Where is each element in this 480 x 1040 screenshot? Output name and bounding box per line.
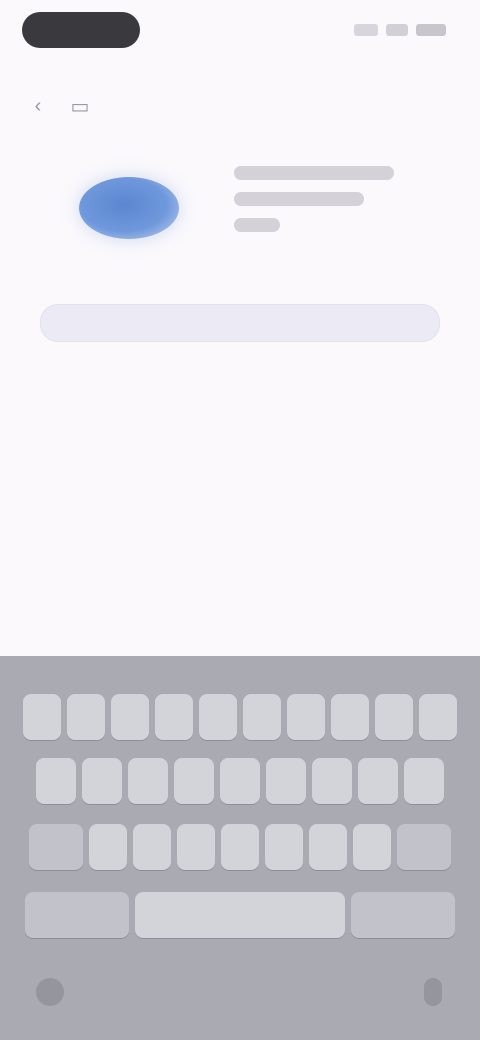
status-bar: [0, 0, 480, 64]
key[interactable]: [266, 758, 306, 804]
keyboard-row-4: [0, 892, 480, 938]
key[interactable]: [243, 694, 281, 740]
text-line: [234, 218, 280, 232]
status-indicators: [354, 22, 446, 38]
key[interactable]: [375, 694, 413, 740]
key[interactable]: [331, 694, 369, 740]
key[interactable]: [89, 824, 127, 870]
key[interactable]: [177, 824, 215, 870]
url-input[interactable]: [40, 304, 440, 342]
space-key[interactable]: [135, 892, 345, 938]
key[interactable]: [353, 824, 391, 870]
text-line: [234, 166, 394, 180]
key[interactable]: [128, 758, 168, 804]
shift-key[interactable]: [29, 824, 83, 870]
key[interactable]: [133, 824, 171, 870]
key[interactable]: [36, 758, 76, 804]
tab-icon[interactable]: ▭: [66, 92, 94, 120]
toolbar: ‹ ▭: [24, 82, 94, 130]
keyboard-row-1: [0, 694, 480, 740]
back-icon[interactable]: ‹: [24, 92, 52, 120]
key[interactable]: [312, 758, 352, 804]
key[interactable]: [358, 758, 398, 804]
key[interactable]: [199, 694, 237, 740]
numbers-key[interactable]: [25, 892, 129, 938]
battery-icon: [416, 24, 446, 36]
text-line: [234, 192, 364, 206]
key[interactable]: [23, 694, 61, 740]
signal-icon: [354, 24, 378, 36]
key[interactable]: [265, 824, 303, 870]
keyboard-row-3: [0, 824, 480, 870]
preview-text: [234, 166, 404, 244]
key[interactable]: [155, 694, 193, 740]
key[interactable]: [221, 824, 259, 870]
key[interactable]: [309, 824, 347, 870]
key[interactable]: [174, 758, 214, 804]
key[interactable]: [220, 758, 260, 804]
backspace-key[interactable]: [397, 824, 451, 870]
return-key[interactable]: [351, 892, 455, 938]
key[interactable]: [111, 694, 149, 740]
key[interactable]: [82, 758, 122, 804]
keyboard-row-2: [0, 758, 480, 804]
keyboard-bottom-bar: [0, 954, 480, 1040]
globe-icon[interactable]: [36, 978, 64, 1006]
key[interactable]: [67, 694, 105, 740]
key[interactable]: [419, 694, 457, 740]
mic-icon[interactable]: [424, 978, 442, 1006]
preview-image: [54, 160, 204, 256]
key[interactable]: [287, 694, 325, 740]
blue-oval-image: [79, 177, 179, 239]
keyboard: [0, 656, 480, 1040]
wifi-icon: [386, 24, 408, 36]
status-time-pill: [22, 12, 140, 48]
key[interactable]: [404, 758, 444, 804]
